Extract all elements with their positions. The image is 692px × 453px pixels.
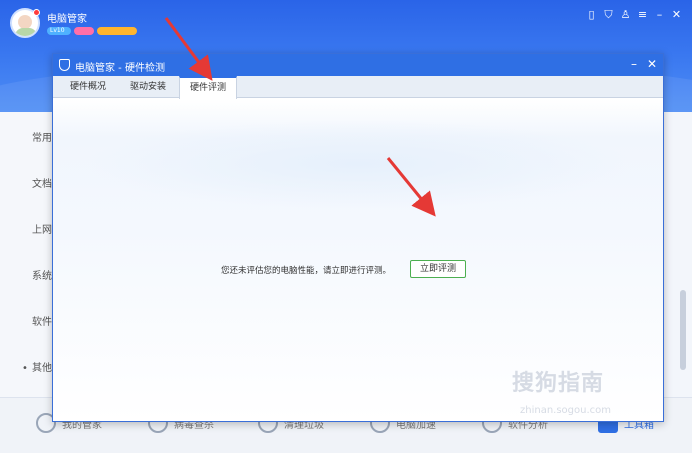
watermark-url: zhinan.sogou.com [520, 405, 612, 416]
watermark-brand: 搜狗指南 [512, 371, 605, 396]
arrow-to-button [386, 157, 436, 217]
arrow-to-tab [164, 17, 213, 81]
